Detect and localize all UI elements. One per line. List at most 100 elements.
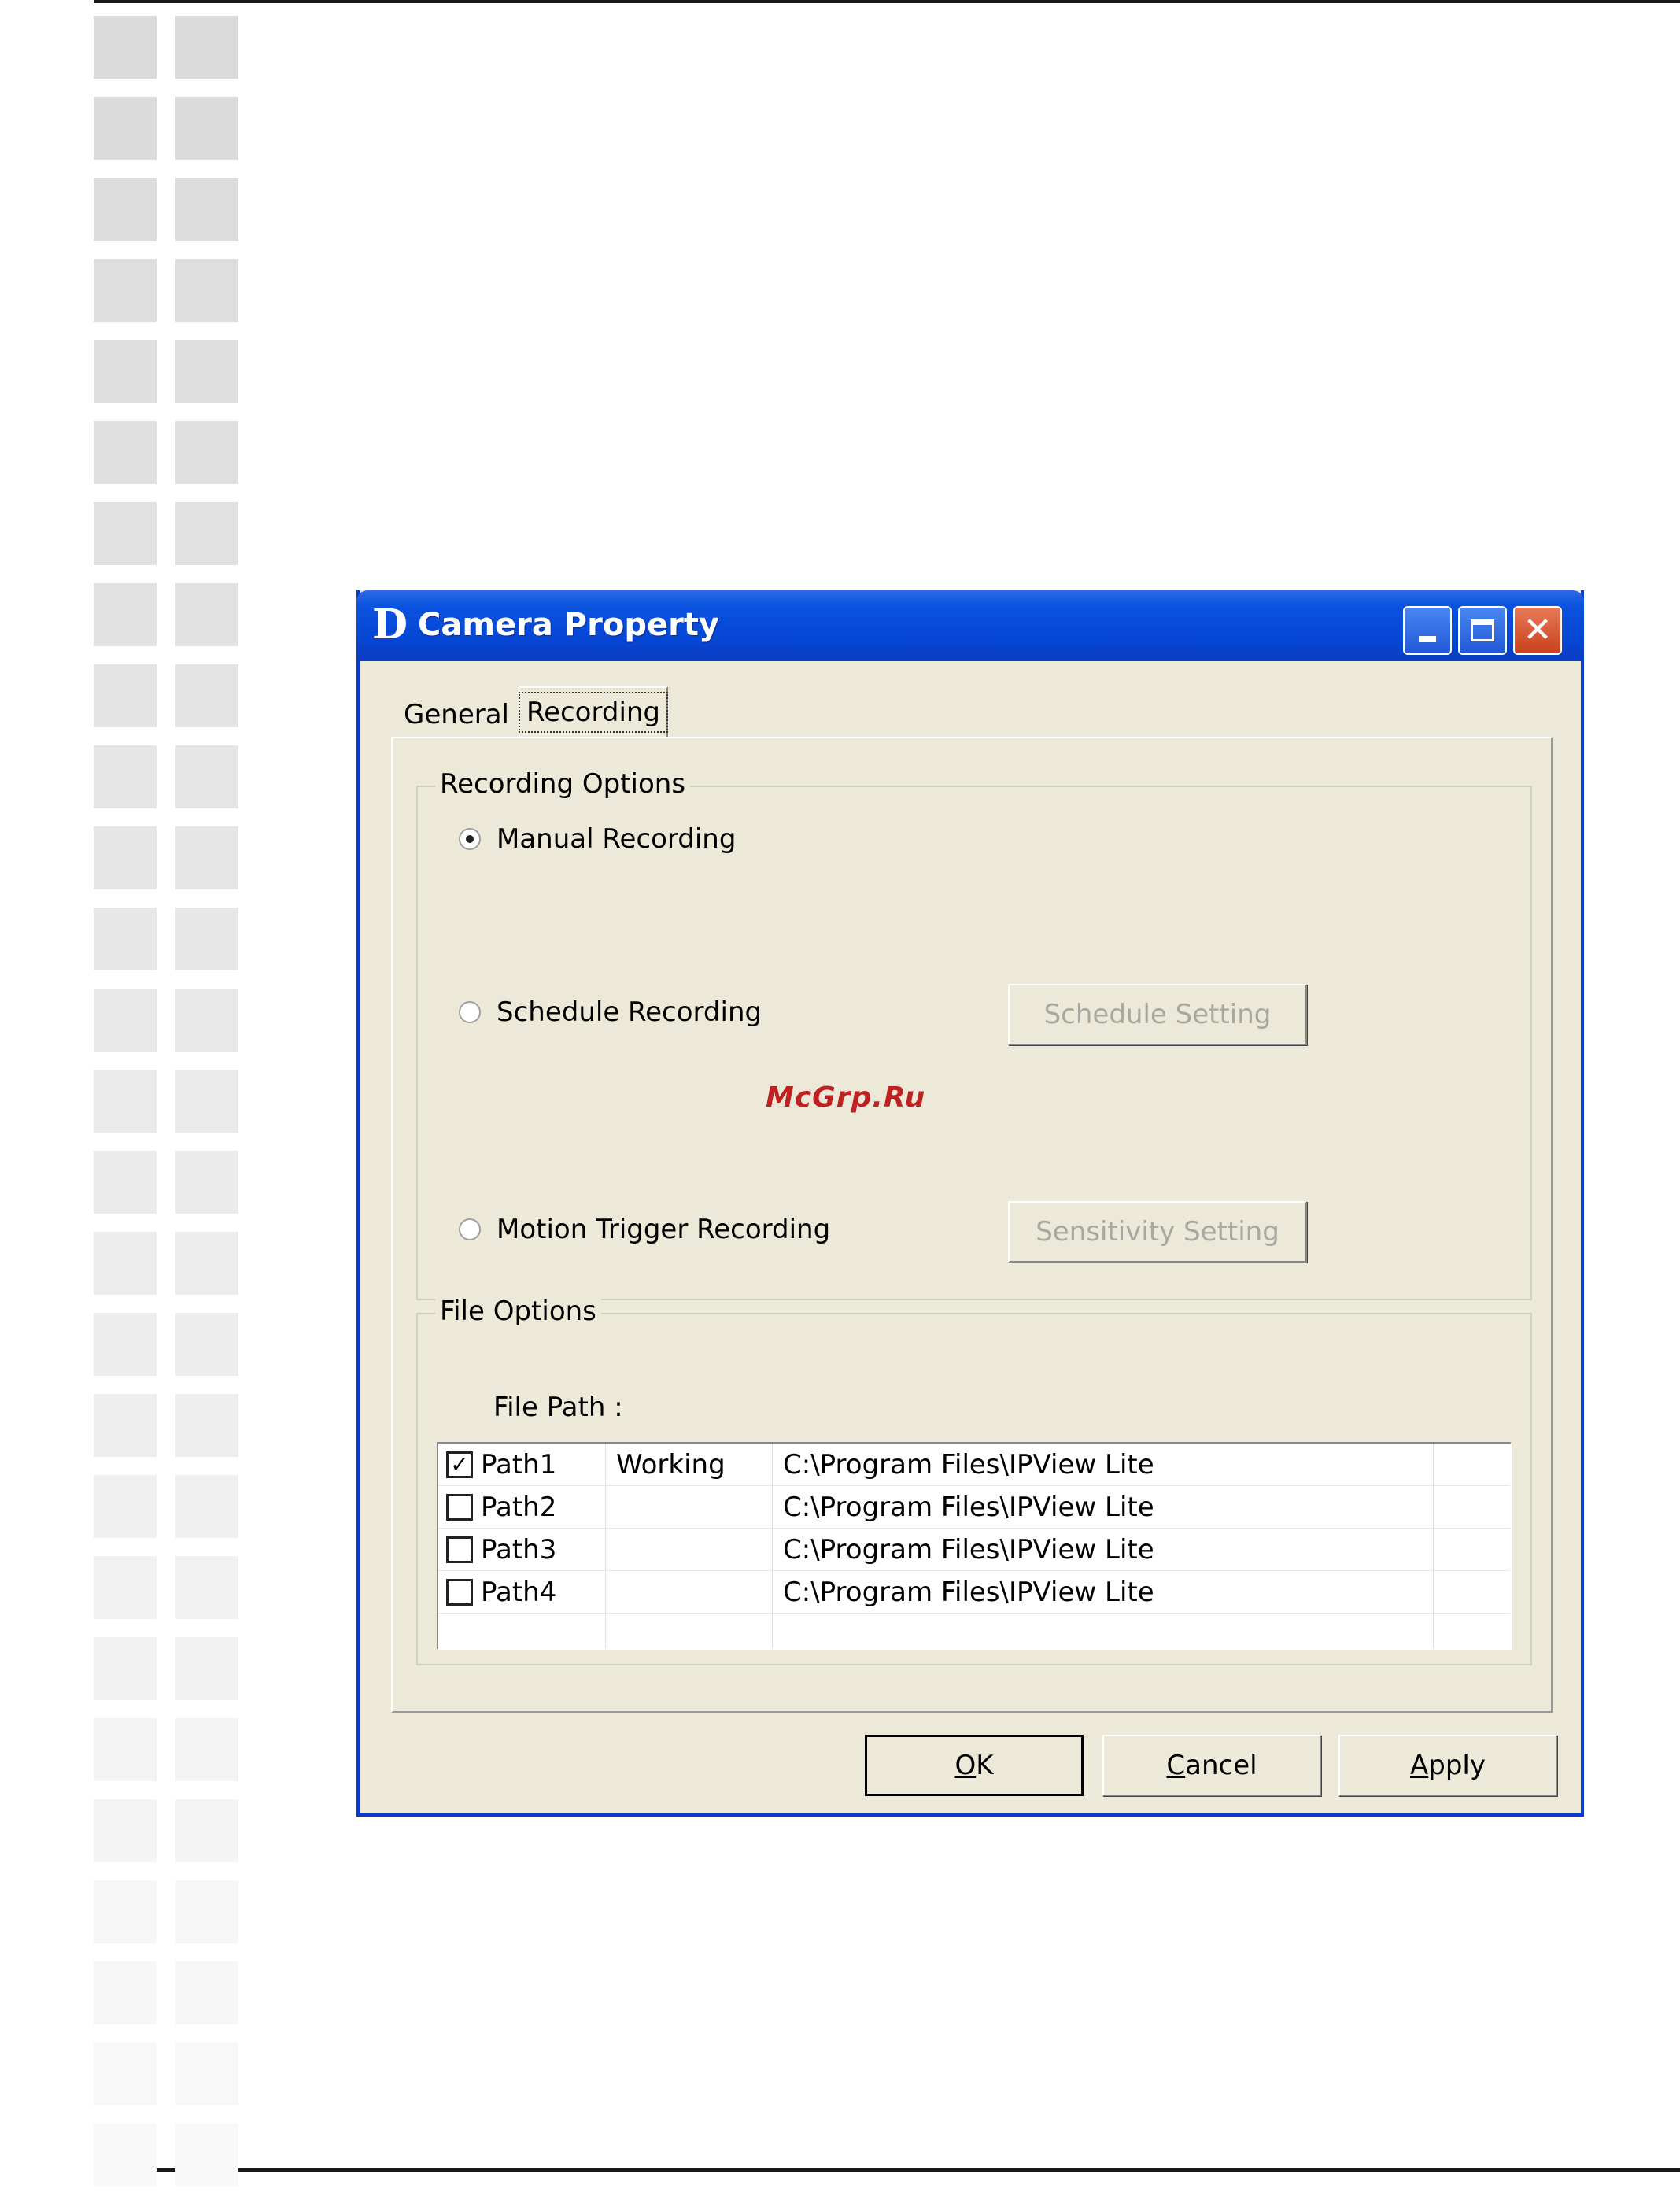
list-item-path2[interactable]: Path2 C:\Program Files\IPView Lite xyxy=(438,1486,1510,1529)
file-path-list[interactable]: ✓ Path1 Working C:\Program Files\IPView L… xyxy=(437,1442,1512,1650)
decorative-square xyxy=(175,1556,238,1619)
path-location: C:\Program Files\IPView Lite xyxy=(783,1491,1154,1523)
decorative-square xyxy=(175,16,238,79)
recording-tab-panel: Recording Options Manual Recording Sched… xyxy=(391,737,1553,1713)
decorative-square xyxy=(175,1394,238,1457)
ok-label-accesskey: O xyxy=(954,1750,977,1781)
path-name: Path4 xyxy=(481,1576,557,1608)
manual-recording-radio[interactable] xyxy=(459,828,481,850)
path-name: Path3 xyxy=(481,1533,557,1566)
decorative-square xyxy=(94,583,157,646)
tab-recording[interactable]: Recording xyxy=(518,686,669,737)
file-path-label: File Path : xyxy=(493,1392,623,1423)
decorative-square xyxy=(175,989,238,1052)
title-bar[interactable]: D Camera Property ✕ xyxy=(356,590,1584,661)
decorative-square xyxy=(94,745,157,808)
path-name: Path2 xyxy=(481,1491,557,1523)
minimize-button[interactable] xyxy=(1403,606,1452,655)
decorative-square xyxy=(94,2124,157,2187)
path-name: Path1 xyxy=(481,1448,557,1481)
apply-label-post: pply xyxy=(1428,1750,1486,1781)
decorative-square xyxy=(94,421,157,484)
window-title: Camera Property xyxy=(418,607,720,643)
decorative-square xyxy=(175,2124,238,2187)
manual-recording-option[interactable]: Manual Recording xyxy=(459,822,736,856)
decorative-square xyxy=(175,1232,238,1295)
close-icon: ✕ xyxy=(1523,610,1553,650)
ok-button[interactable]: OK xyxy=(865,1735,1084,1796)
decorative-square xyxy=(94,97,157,160)
schedule-setting-button[interactable]: Schedule Setting xyxy=(1008,984,1307,1045)
decorative-square xyxy=(175,97,238,160)
watermark-text: McGrp.Ru xyxy=(766,1081,926,1114)
schedule-recording-radio[interactable] xyxy=(459,1001,481,1023)
path3-checkbox[interactable] xyxy=(446,1536,473,1563)
decorative-square xyxy=(175,502,238,565)
recording-options-group: Recording Options Manual Recording Sched… xyxy=(416,767,1532,1300)
decorative-square xyxy=(175,1475,238,1538)
decorative-square xyxy=(94,16,157,79)
decorative-square xyxy=(175,1637,238,1700)
file-options-legend: File Options xyxy=(435,1294,601,1329)
close-button[interactable]: ✕ xyxy=(1513,606,1562,655)
apply-button[interactable]: Apply xyxy=(1338,1735,1557,1796)
decorative-square xyxy=(94,1799,157,1862)
decorative-square xyxy=(175,583,238,646)
path-status xyxy=(616,1571,774,1613)
recording-options-legend: Recording Options xyxy=(435,767,691,801)
sensitivity-setting-button[interactable]: Sensitivity Setting xyxy=(1008,1201,1307,1263)
decorative-square xyxy=(94,1232,157,1295)
manual-recording-label: Manual Recording xyxy=(497,823,737,855)
motion-trigger-recording-radio[interactable] xyxy=(459,1218,481,1240)
path1-checkbox[interactable]: ✓ xyxy=(446,1451,473,1478)
path-location: C:\Program Files\IPView Lite xyxy=(783,1448,1154,1481)
ok-label-post: K xyxy=(976,1750,994,1781)
decorative-square xyxy=(94,1880,157,1943)
decorative-square xyxy=(94,1394,157,1457)
list-item-path1[interactable]: ✓ Path1 Working C:\Program Files\IPView L… xyxy=(438,1444,1510,1486)
decorative-square xyxy=(94,1961,157,2024)
schedule-recording-option[interactable]: Schedule Recording xyxy=(459,995,762,1030)
decorative-square xyxy=(175,908,238,970)
decorative-square xyxy=(175,1961,238,2024)
path-location: C:\Program Files\IPView Lite xyxy=(783,1533,1154,1566)
decorative-square xyxy=(175,1799,238,1862)
decorative-square xyxy=(175,1718,238,1781)
list-item-path3[interactable]: Path3 C:\Program Files\IPView Lite xyxy=(438,1529,1510,1571)
tab-general[interactable]: General xyxy=(404,697,509,732)
decorative-square xyxy=(94,664,157,727)
decorative-square xyxy=(175,2043,238,2105)
decorative-square xyxy=(94,1637,157,1700)
decorative-square xyxy=(94,1718,157,1781)
cancel-button[interactable]: Cancel xyxy=(1102,1735,1321,1796)
apply-label-accesskey: A xyxy=(1410,1750,1429,1781)
decorative-square xyxy=(175,1151,238,1214)
tab-recording-label: Recording xyxy=(518,692,669,733)
decorative-square xyxy=(175,421,238,484)
path4-checkbox[interactable] xyxy=(446,1578,473,1606)
decorative-square xyxy=(94,259,157,322)
decorative-square xyxy=(175,745,238,808)
path-status xyxy=(616,1529,774,1570)
path2-checkbox[interactable] xyxy=(446,1493,473,1521)
decorative-square xyxy=(175,664,238,727)
decorative-square xyxy=(175,340,238,403)
path-status xyxy=(616,1486,774,1528)
list-item-path4[interactable]: Path4 C:\Program Files\IPView Lite xyxy=(438,1571,1510,1614)
decorative-square xyxy=(94,826,157,889)
decorative-square xyxy=(94,178,157,241)
decorative-square xyxy=(175,1070,238,1133)
decorative-square xyxy=(94,1475,157,1538)
decorative-square xyxy=(94,1151,157,1214)
minimize-icon xyxy=(1419,636,1436,642)
cancel-label-post: ancel xyxy=(1185,1750,1257,1781)
page-bottom-rule xyxy=(94,2168,1680,2172)
d-link-app-icon: D xyxy=(372,601,408,649)
decorative-square xyxy=(94,340,157,403)
page-top-rule xyxy=(94,0,1680,3)
decorative-square xyxy=(175,1313,238,1376)
motion-trigger-recording-option[interactable]: Motion Trigger Recording xyxy=(459,1212,830,1247)
maximize-button[interactable] xyxy=(1458,606,1507,655)
decorative-square xyxy=(94,2043,157,2105)
cancel-label-accesskey: C xyxy=(1166,1750,1186,1781)
